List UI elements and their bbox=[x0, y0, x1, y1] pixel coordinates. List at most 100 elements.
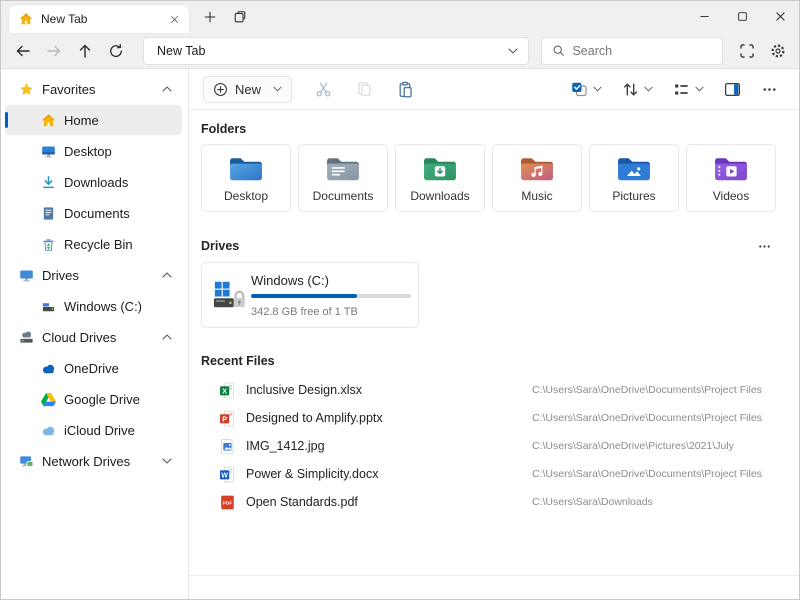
recent-file-designed-to-amplify-pptx[interactable]: P Designed to Amplify.pptx C:\Users\Sara… bbox=[201, 404, 775, 432]
toolbar-cut-button[interactable] bbox=[308, 75, 339, 104]
minimize-button[interactable] bbox=[685, 1, 723, 31]
sidebar-item-home[interactable]: Home bbox=[5, 105, 182, 135]
chevron-down-icon[interactable] bbox=[162, 458, 172, 464]
google-drive-icon bbox=[41, 392, 56, 407]
copy-icon bbox=[356, 81, 373, 98]
forward-button[interactable] bbox=[40, 37, 67, 64]
folder-card-desktop[interactable]: Desktop bbox=[201, 144, 291, 212]
compact-overlay-button[interactable] bbox=[733, 37, 760, 64]
chevron-down-icon bbox=[644, 86, 653, 92]
folder-card-pictures[interactable]: Pictures bbox=[589, 144, 679, 212]
sidebar-section-network-drives[interactable]: Network Drives bbox=[5, 446, 182, 476]
up-button[interactable] bbox=[71, 37, 98, 64]
chevron-up-icon[interactable] bbox=[162, 272, 172, 278]
more-icon bbox=[761, 81, 778, 98]
toolbar-edit-group bbox=[308, 75, 421, 104]
folders-heading: Folders bbox=[201, 122, 775, 136]
chevron-down-icon bbox=[593, 86, 602, 92]
drives-section: Drives Windows (C:) 342.8 GB free of bbox=[201, 238, 775, 328]
sidebar-item-google-drive[interactable]: Google Drive bbox=[5, 384, 182, 414]
downloads-icon bbox=[41, 175, 56, 190]
folder-card-music[interactable]: Music bbox=[492, 144, 582, 212]
toolbar-more-button[interactable] bbox=[754, 75, 785, 104]
drive-usage-fill bbox=[251, 294, 357, 298]
powerpoint-icon: P bbox=[219, 410, 236, 427]
toolbar-paste-button[interactable] bbox=[390, 75, 421, 104]
new-button-label: New bbox=[235, 82, 261, 97]
recent-file-inclusive-design-xlsx[interactable]: X Inclusive Design.xlsx C:\Users\Sara\On… bbox=[201, 376, 775, 404]
sidebar-item-windows-c[interactable]: Windows (C:) bbox=[5, 291, 182, 321]
maximize-button[interactable] bbox=[723, 1, 761, 31]
search-bar[interactable] bbox=[541, 37, 723, 65]
drives-icon bbox=[19, 268, 34, 283]
folder-documents-icon bbox=[324, 154, 362, 184]
address-bar[interactable]: New Tab bbox=[143, 37, 529, 65]
new-button[interactable]: New bbox=[203, 76, 292, 103]
network-drives-icon bbox=[19, 454, 34, 469]
tab-new-tab[interactable]: New Tab bbox=[9, 5, 189, 33]
svg-text:X: X bbox=[222, 386, 227, 395]
sidebar-item-downloads[interactable]: Downloads bbox=[5, 167, 182, 197]
drive-usage-bar bbox=[251, 294, 411, 298]
search-icon bbox=[552, 44, 565, 57]
cloud-drives-icon bbox=[19, 330, 34, 345]
folder-music-icon bbox=[518, 154, 556, 184]
sidebar-section-drives[interactable]: Drives bbox=[5, 260, 182, 290]
file-explorer-window: New Tab New Tab Favorites Home Desktop bbox=[0, 0, 800, 600]
search-input[interactable] bbox=[572, 44, 712, 58]
desktop-icon bbox=[41, 144, 56, 159]
content-pane: New Folders bbox=[189, 69, 799, 599]
recent-file-power-simplicity-docx[interactable]: W Power & Simplicity.docx C:\Users\Sara\… bbox=[201, 460, 775, 488]
status-bar bbox=[189, 575, 799, 599]
new-tab-button[interactable] bbox=[197, 4, 223, 30]
drives-heading: Drives bbox=[201, 239, 239, 253]
sidebar-section-favorites[interactable]: Favorites bbox=[5, 74, 182, 104]
plus-circle-icon bbox=[213, 82, 228, 97]
sidebar-item-desktop[interactable]: Desktop bbox=[5, 136, 182, 166]
pdf-icon: PDF bbox=[219, 494, 236, 511]
toolbar-copy-button[interactable] bbox=[349, 75, 380, 104]
chevron-down-icon[interactable] bbox=[508, 48, 518, 54]
chevron-up-icon[interactable] bbox=[162, 86, 172, 92]
svg-text:PDF: PDF bbox=[223, 500, 233, 506]
toolbar-details-pane-button[interactable] bbox=[717, 75, 748, 104]
chevron-down-icon bbox=[695, 86, 704, 92]
folder-videos-icon bbox=[712, 154, 750, 184]
chevron-up-icon[interactable] bbox=[162, 334, 172, 340]
sidebar-item-recycle-bin[interactable]: Recycle Bin bbox=[5, 229, 182, 259]
toolbar-layout-button[interactable] bbox=[666, 75, 711, 104]
sidebar-item-icloud-drive[interactable]: iCloud Drive bbox=[5, 415, 182, 445]
refresh-button[interactable] bbox=[102, 37, 129, 64]
toolbar-sort-button[interactable] bbox=[615, 75, 660, 104]
sidebar-item-onedrive[interactable]: OneDrive bbox=[5, 353, 182, 383]
folder-desktop-icon bbox=[227, 154, 265, 184]
tab-list-button[interactable] bbox=[227, 4, 253, 30]
recent-file-open-standards-pdf[interactable]: PDF Open Standards.pdf C:\Users\Sara\Dow… bbox=[201, 488, 775, 516]
sidebar-section-cloud-drives[interactable]: Cloud Drives bbox=[5, 322, 182, 352]
close-button[interactable] bbox=[761, 1, 799, 31]
settings-button[interactable] bbox=[764, 37, 791, 64]
folder-card-videos[interactable]: Videos bbox=[686, 144, 776, 212]
folder-card-documents[interactable]: Documents bbox=[298, 144, 388, 212]
home-icon bbox=[19, 12, 33, 26]
documents-icon bbox=[41, 206, 56, 221]
sort-icon bbox=[622, 81, 639, 98]
sidebar: Favorites Home Desktop Downloads Documen… bbox=[1, 69, 189, 599]
svg-text:P: P bbox=[222, 414, 227, 423]
svg-text:W: W bbox=[221, 472, 228, 479]
windows-drive-icon bbox=[212, 278, 246, 312]
toolbar-select-button[interactable] bbox=[564, 75, 609, 104]
nav-buttons bbox=[9, 37, 129, 64]
home-page: Folders Desktop Documents Downloads Musi… bbox=[189, 110, 799, 575]
back-button[interactable] bbox=[9, 37, 36, 64]
navigation-bar: New Tab bbox=[1, 33, 799, 69]
recycle-bin-icon bbox=[41, 237, 56, 252]
drive-card-windows-c[interactable]: Windows (C:) 342.8 GB free of 1 TB bbox=[201, 262, 419, 328]
recent-file-img-1412-jpg[interactable]: IMG_1412.jpg C:\Users\Sara\OneDrive\Pict… bbox=[201, 432, 775, 460]
drive-name: Windows (C:) bbox=[251, 273, 408, 288]
folder-card-downloads[interactable]: Downloads bbox=[395, 144, 485, 212]
sidebar-item-documents[interactable]: Documents bbox=[5, 198, 182, 228]
tab-close-icon[interactable] bbox=[170, 15, 179, 24]
drives-more-button[interactable] bbox=[753, 238, 775, 254]
folders-grid: Desktop Documents Downloads Music Pictur… bbox=[201, 144, 775, 212]
